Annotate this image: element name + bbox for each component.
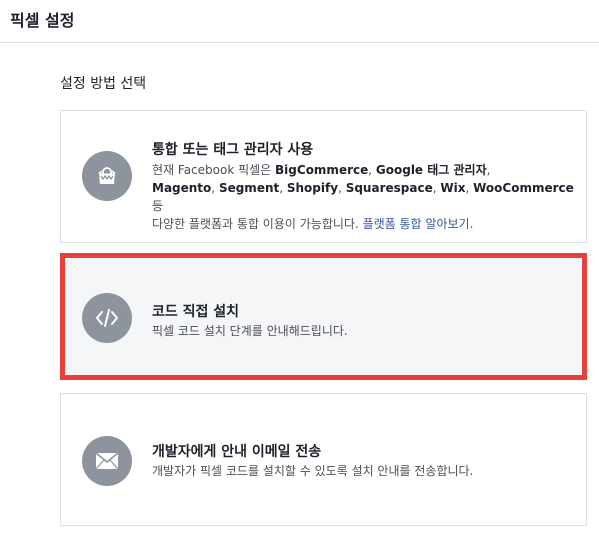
option-title: 통합 또는 태그 관리자 사용 xyxy=(152,142,314,158)
envelope-icon xyxy=(82,436,132,486)
option-card-email-developer[interactable]: 개발자에게 안내 이메일 전송 개발자가 픽셀 코드를 설치할 수 있도록 설치… xyxy=(60,393,587,526)
code-icon xyxy=(82,293,132,343)
page-title: 픽셀 설정 xyxy=(10,11,75,30)
option-title: 개발자에게 안내 이메일 전송 xyxy=(152,444,322,460)
option-card-manual-install[interactable]: 코드 직접 설치 픽셀 코드 설치 단계를 안내해드립니다. xyxy=(60,253,587,380)
shopping-bag-icon xyxy=(82,151,132,201)
option-description: 픽셀 코드 설치 단계를 안내해드립니다. xyxy=(152,324,348,338)
option-card-integration[interactable]: 통합 또는 태그 관리자 사용 현재 Facebook 픽셀은 BigComme… xyxy=(60,110,587,243)
option-description: 현재 Facebook 픽셀은 BigCommerce, Google 태그 관… xyxy=(152,163,574,231)
learn-integrations-link[interactable]: 플랫폼 통합 알아보기 xyxy=(363,217,470,231)
option-description: 개발자가 픽셀 코드를 설치할 수 있도록 설치 안내를 전송합니다. xyxy=(152,464,474,478)
section-title: 설정 방법 선택 xyxy=(60,76,147,92)
option-title: 코드 직접 설치 xyxy=(152,304,240,320)
page-header: 픽셀 설정 xyxy=(0,0,599,43)
